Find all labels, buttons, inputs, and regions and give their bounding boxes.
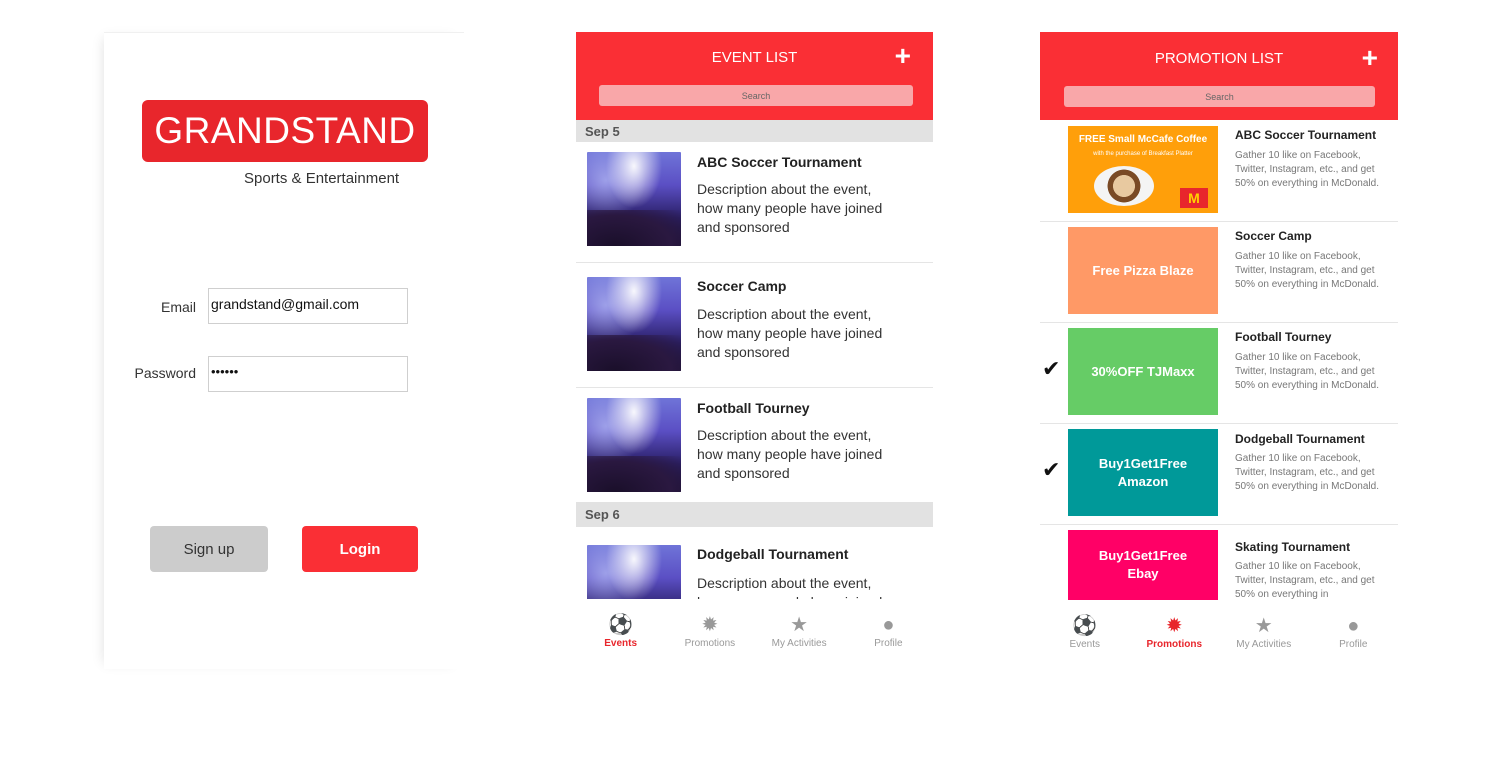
add-icon[interactable]: + <box>1362 44 1378 72</box>
tab-bar: ⚽ Events ✹ Promotions ★ My Activities ● … <box>576 599 933 659</box>
event-description: Description about the event, how many pe… <box>697 181 883 235</box>
promotion-list-item[interactable]: Free Pizza Blaze Soccer Camp Gather 10 l… <box>1040 221 1398 323</box>
event-title: Football Tourney <box>697 400 810 416</box>
promotion-list-item[interactable]: ✔ Buy1Get1Free Amazon Dodgeball Tourname… <box>1040 423 1398 525</box>
tab-label: Profile <box>874 638 903 649</box>
star-icon: ★ <box>1254 615 1273 637</box>
tab-label: Promotions <box>684 638 736 649</box>
tab-promotions[interactable]: ✹ Promotions <box>665 599 754 659</box>
email-field[interactable]: grandstand@gmail.com <box>208 288 408 324</box>
add-icon[interactable]: + <box>895 42 911 70</box>
promotion-banner: Buy1Get1Free Amazon <box>1068 429 1218 516</box>
tab-label: Profile <box>1339 639 1368 650</box>
badge-icon: ✹ <box>701 614 719 636</box>
tab-label: Events <box>604 638 638 649</box>
checkmark-icon[interactable]: ✔ <box>1042 356 1060 382</box>
search-input[interactable]: Search <box>1064 86 1375 107</box>
event-list-item[interactable]: Dodgeball Tournament Description about t… <box>576 527 933 599</box>
promotion-banner: Buy1Get1Free Ebay <box>1068 530 1218 600</box>
promotion-list-item[interactable]: ✔ 30%OFF TJMaxx Football Tourney Gather … <box>1040 322 1398 424</box>
promotion-list-screen: PROMOTION LIST + Search FREE Small McCaf… <box>1040 32 1398 668</box>
date-header: Sep 5 <box>576 120 933 142</box>
event-list-item[interactable]: Soccer Camp Description about the event,… <box>576 267 933 388</box>
star-icon: ★ <box>790 614 809 636</box>
event-list-item[interactable]: ABC Soccer Tournament Description about … <box>576 142 933 263</box>
promotion-list-item[interactable]: FREE Small McCafe Coffee with the purcha… <box>1040 120 1398 222</box>
event-title: Soccer Camp <box>697 278 787 294</box>
promotion-description: Gather 10 like on Facebook, Twitter, Ins… <box>1235 251 1379 290</box>
date-header: Sep 6 <box>576 502 933 527</box>
tab-events[interactable]: ⚽ Events <box>576 599 665 659</box>
promotion-title: Dodgeball Tournament <box>1235 432 1365 446</box>
soccer-ball-icon: ⚽ <box>1072 615 1098 637</box>
event-thumbnail <box>587 277 681 371</box>
event-thumbnail <box>587 152 681 246</box>
promotion-banner: 30%OFF TJMaxx <box>1068 328 1218 415</box>
tab-events[interactable]: ⚽ Events <box>1040 600 1130 660</box>
event-list-header: EVENT LIST + Search <box>576 32 933 120</box>
tab-my-activities[interactable]: ★ My Activities <box>1219 600 1309 660</box>
promotion-title: Soccer Camp <box>1235 229 1312 243</box>
tab-bar: ⚽ Events ✹ Promotions ★ My Activities ● … <box>1040 600 1398 660</box>
signup-button[interactable]: Sign up <box>150 526 268 572</box>
banner-subline: with the purchase of Breakfast Platter <box>1093 151 1193 157</box>
event-title: ABC Soccer Tournament <box>697 154 862 170</box>
event-list-item[interactable]: Football Tourney Description about the e… <box>576 388 933 502</box>
tab-promotions[interactable]: ✹ Promotions <box>1130 600 1220 660</box>
logo-tagline: Sports & Entertainment <box>244 170 400 187</box>
event-description: Description about the event, how many pe… <box>697 306 883 360</box>
page-title: EVENT LIST <box>711 49 798 66</box>
promotion-title: ABC Soccer Tournament <box>1235 128 1377 142</box>
search-input[interactable]: Search <box>599 85 913 106</box>
tab-label: Events <box>1069 639 1101 650</box>
event-thumbnail <box>587 545 681 599</box>
badge-icon: ✹ <box>1165 615 1183 637</box>
event-title: Dodgeball Tournament <box>697 546 849 562</box>
tab-label: Promotions <box>1146 639 1203 650</box>
password-label: Password <box>134 365 196 381</box>
promotion-description: Gather 10 like on Facebook, Twitter, Ins… <box>1235 352 1379 391</box>
tab-profile[interactable]: ● Profile <box>844 599 933 659</box>
tab-my-activities[interactable]: ★ My Activities <box>755 599 844 659</box>
event-description: Description about the event, how many pe… <box>697 427 883 481</box>
event-thumbnail <box>587 398 681 492</box>
event-description: Description about the event, how many pe… <box>697 575 882 599</box>
password-field[interactable]: •••••• <box>208 356 408 392</box>
login-screen: GRANDSTAND Sports & Entertainment Email … <box>104 32 464 669</box>
promotion-description: Gather 10 like on Facebook, Twitter, Ins… <box>1235 561 1375 600</box>
promotion-description: Gather 10 like on Facebook, Twitter, Ins… <box>1235 150 1379 189</box>
mcdonalds-logo-icon: M <box>1180 188 1208 208</box>
promotion-list-header: PROMOTION LIST + Search <box>1040 32 1398 120</box>
promotion-title: Skating Tournament <box>1235 540 1351 554</box>
event-list-screen: EVENT LIST + Search Sep 5 ABC Soccer Tou… <box>576 32 933 668</box>
page-title: PROMOTION LIST <box>1154 50 1284 67</box>
tab-label: My Activities <box>1236 639 1292 650</box>
promotion-title: Football Tourney <box>1235 330 1332 344</box>
promotion-list-item[interactable]: Buy1Get1Free Ebay Skating Tournament Gat… <box>1040 524 1398 600</box>
person-icon: ● <box>1347 615 1360 637</box>
promotion-banner: Free Pizza Blaze <box>1068 227 1218 314</box>
tab-profile[interactable]: ● Profile <box>1309 600 1399 660</box>
soccer-ball-icon: ⚽ <box>608 614 634 636</box>
promotion-banner: FREE Small McCafe Coffee with the purcha… <box>1068 126 1218 213</box>
checkmark-icon[interactable]: ✔ <box>1042 457 1060 483</box>
person-icon: ● <box>882 614 895 636</box>
login-button[interactable]: Login <box>302 526 418 572</box>
grandstand-logo: GRANDSTAND <box>142 100 428 162</box>
email-label: Email <box>160 299 196 315</box>
tab-label: My Activities <box>771 638 827 649</box>
promotion-description: Gather 10 like on Facebook, Twitter, Ins… <box>1235 453 1379 492</box>
coffee-cup-icon <box>1094 166 1154 206</box>
